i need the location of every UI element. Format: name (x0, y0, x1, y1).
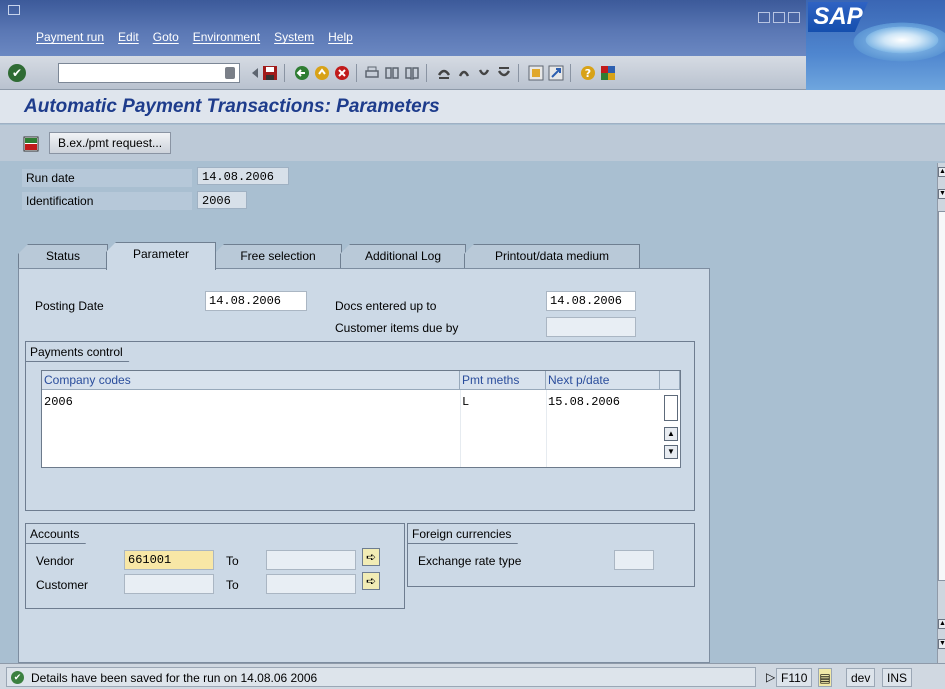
page-title: Automatic Payment Transactions: Paramete… (24, 96, 440, 117)
customer-due-label: Customer items due by (335, 321, 459, 335)
status-transaction: F110 (776, 668, 813, 687)
success-check-icon: ✔ (11, 671, 24, 684)
menu-payment-run[interactable]: Payment run (36, 30, 104, 44)
customer-multiple-selection-icon[interactable]: ➪ (362, 572, 380, 590)
tab-additional-log[interactable]: Additional Log (340, 244, 466, 268)
status-bar: ✔ Details have been saved for the run on… (0, 663, 945, 689)
column-header-company-codes[interactable]: Company codes (42, 371, 460, 390)
command-field[interactable] (58, 63, 240, 83)
docs-entered-label: Docs entered up to (335, 299, 437, 313)
cancel-icon[interactable] (334, 65, 350, 81)
table-cell-pmt-meths[interactable]: L (462, 393, 522, 411)
tab-free-selection[interactable]: Free selection (214, 244, 342, 268)
tab-printout-data-medium[interactable]: Printout/data medium (464, 244, 640, 268)
maximize-icon[interactable] (773, 12, 785, 23)
company-codes-table: Company codes Pmt meths Next p/date 2006… (41, 370, 681, 468)
command-history-icon[interactable] (225, 67, 235, 79)
tab-status[interactable]: Status (18, 244, 108, 268)
scrollbar-thumb[interactable] (938, 211, 945, 581)
payments-control-title: Payments control (26, 342, 143, 362)
customer-label: Customer (36, 578, 89, 592)
status-message-text: Details have been saved for the run on 1… (31, 671, 318, 685)
table-scroll-thumb[interactable] (664, 395, 678, 421)
application-toolbar: B.ex./pmt request... (0, 125, 945, 161)
posting-date-label: Posting Date (35, 299, 104, 313)
first-page-icon[interactable] (436, 65, 452, 81)
back-icon[interactable] (294, 65, 310, 81)
customer-to-field[interactable] (266, 574, 356, 594)
vendor-to-label: To (226, 554, 239, 568)
enter-check-icon[interactable]: ✔ (8, 64, 26, 82)
close-icon[interactable] (788, 12, 800, 23)
previous-page-icon[interactable] (456, 65, 472, 81)
scroll-down-icon[interactable]: ▼ (938, 189, 945, 199)
customer-due-field[interactable] (546, 317, 636, 337)
table-scroll-up-icon[interactable]: ▲ (664, 427, 678, 441)
menu-help[interactable]: Help (328, 30, 353, 44)
table-scroll-down-icon[interactable]: ▼ (664, 445, 678, 459)
standard-toolbar: ✔ ? (0, 56, 806, 90)
next-page-icon[interactable] (476, 65, 492, 81)
status-input-mode[interactable]: INS (882, 668, 913, 687)
minimize-icon[interactable] (758, 12, 770, 23)
status-system: dev (846, 668, 876, 687)
page-scrollbar[interactable]: ▲ ▼ ▲ ▼ (937, 163, 945, 663)
accounts-title: Accounts (26, 524, 99, 544)
identification-value: 2006 (197, 191, 247, 209)
scroll-up-icon[interactable]: ▲ (938, 167, 945, 177)
docs-entered-field[interactable]: 14.08.2006 (546, 291, 636, 311)
table-cell-company-code[interactable]: 2006 (44, 393, 444, 411)
scroll-up-bottom-icon[interactable]: ▲ (938, 619, 945, 629)
foreign-currencies-title: Foreign currencies (408, 524, 531, 544)
session-info-icon[interactable]: ▤ (818, 668, 832, 687)
foreign-currencies-group: Foreign currencies Exchange rate type (407, 523, 695, 587)
posting-date-field[interactable]: 14.08.2006 (205, 291, 307, 311)
parameter-tab-panel: Posting Date 14.08.2006 Docs entered up … (18, 268, 710, 663)
exit-icon[interactable] (314, 65, 330, 81)
vendor-label: Vendor (36, 554, 75, 568)
menu: Payment run Edit Goto Environment System… (36, 30, 353, 44)
vendor-from-field[interactable]: 661001 (124, 550, 214, 570)
tab-strip: Status Parameter Free selection Addition… (18, 242, 718, 270)
customer-to-label: To (226, 578, 239, 592)
tab-parameter[interactable]: Parameter (106, 242, 216, 270)
create-session-icon[interactable] (528, 65, 544, 81)
menu-system[interactable]: System (274, 30, 314, 44)
help-icon[interactable]: ? (580, 65, 596, 81)
column-header-next-pdate[interactable]: Next p/date (546, 371, 660, 390)
accounts-group: Accounts Vendor 661001 To ➪ Customer To … (25, 523, 405, 609)
identification-label: Identification (22, 192, 192, 210)
system-menu-icon[interactable] (8, 5, 20, 15)
window-controls (758, 12, 800, 23)
column-config-cell[interactable] (660, 371, 680, 390)
menu-goto[interactable]: Goto (153, 30, 179, 44)
layout-menu-icon[interactable] (600, 65, 616, 81)
payments-control-group: Payments control Company codes Pmt meths… (25, 341, 695, 511)
menu-edit[interactable]: Edit (118, 30, 139, 44)
save-icon[interactable] (262, 65, 278, 81)
last-page-icon[interactable] (496, 65, 512, 81)
vendor-to-field[interactable] (266, 550, 356, 570)
exchange-rate-type-field[interactable] (614, 550, 654, 570)
status-message[interactable]: ✔ Details have been saved for the run on… (6, 667, 756, 687)
scroll-down-bottom-icon[interactable]: ▼ (938, 639, 945, 649)
svg-text:?: ? (585, 67, 591, 80)
bex-pmt-request-button[interactable]: B.ex./pmt request... (49, 132, 172, 154)
column-header-pmt-meths[interactable]: Pmt meths (460, 371, 546, 390)
back-triangle-icon[interactable] (247, 65, 263, 81)
run-date-label: Run date (22, 169, 192, 187)
menu-bar: Payment run Edit Goto Environment System… (0, 0, 945, 56)
title-bar: Automatic Payment Transactions: Paramete… (0, 90, 945, 124)
menu-environment[interactable]: Environment (193, 30, 260, 44)
shortcut-icon[interactable] (548, 65, 564, 81)
customer-from-field[interactable] (124, 574, 214, 594)
maintain-icon[interactable] (23, 136, 39, 152)
table-cell-next-pdate[interactable]: 15.08.2006 (548, 393, 648, 411)
print-icon[interactable] (364, 65, 380, 81)
find-next-icon[interactable] (404, 65, 420, 81)
exchange-rate-type-label: Exchange rate type (418, 554, 522, 568)
vendor-multiple-selection-icon[interactable]: ➪ (362, 548, 380, 566)
find-icon[interactable] (384, 65, 400, 81)
run-date-value: 14.08.2006 (197, 167, 289, 185)
